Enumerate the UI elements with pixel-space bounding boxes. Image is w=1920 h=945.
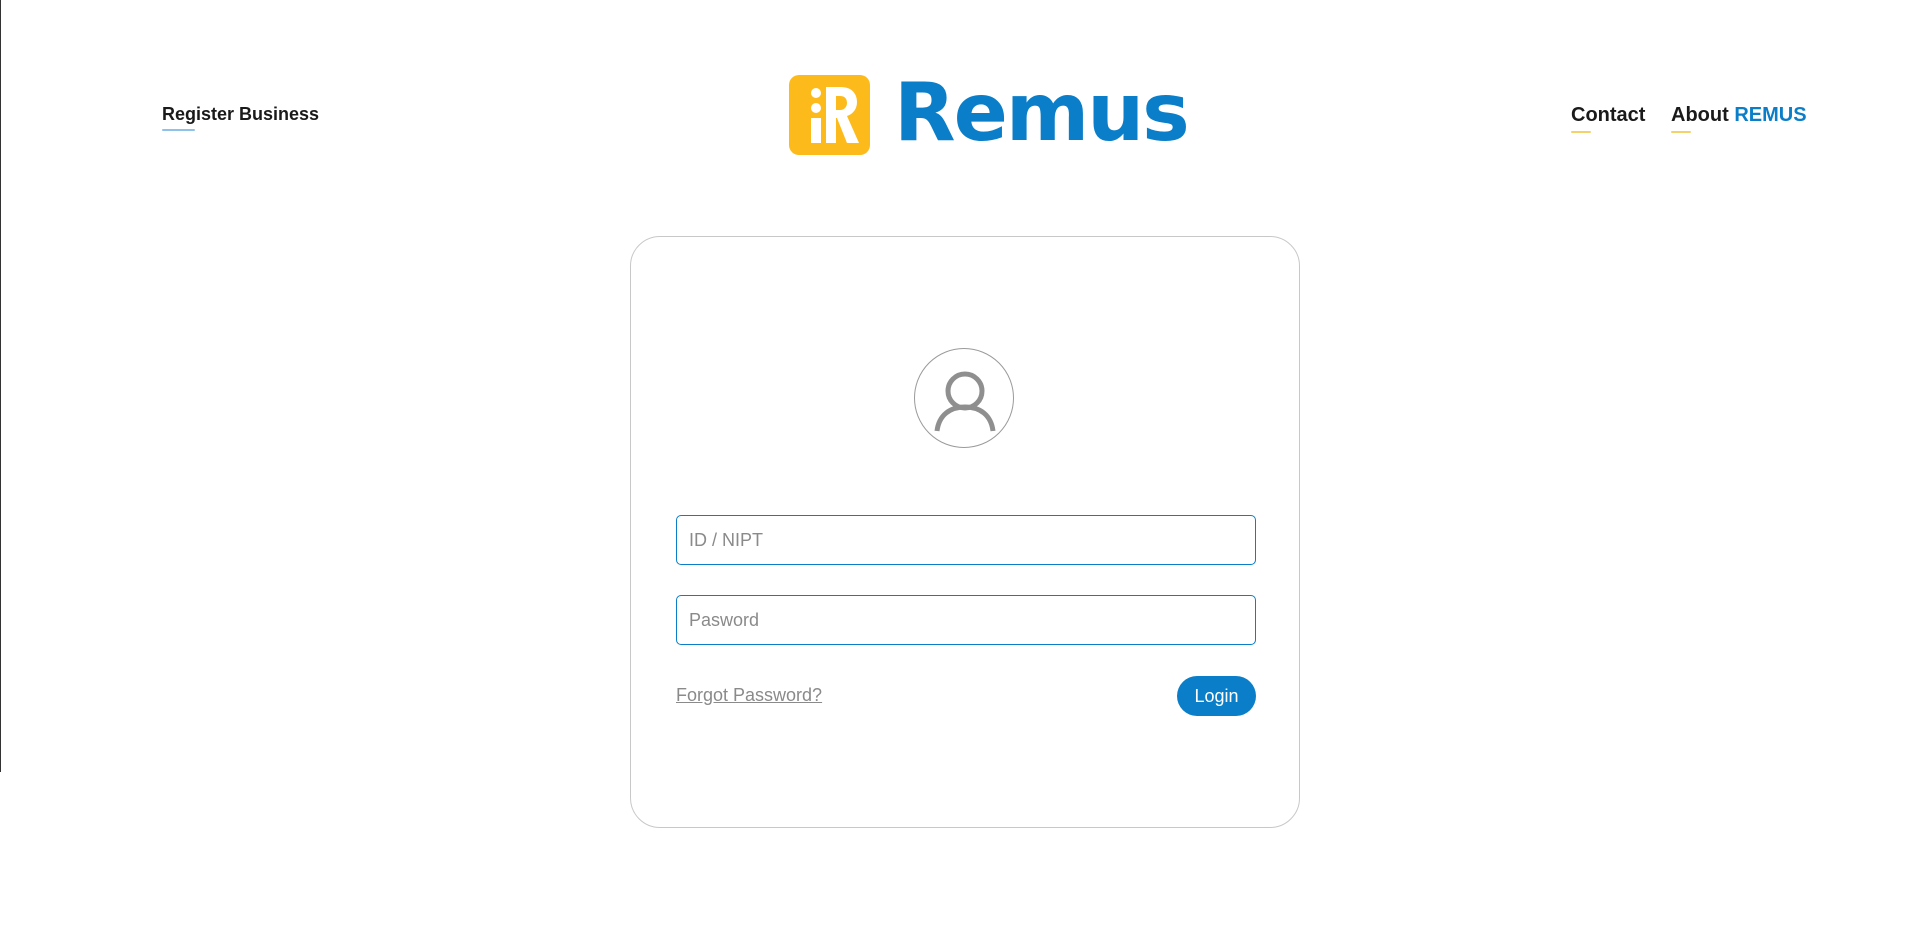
about-accent-label: REMUS (1734, 104, 1807, 126)
contact-link[interactable]: Contact (1571, 104, 1646, 133)
id-nipt-input[interactable] (676, 515, 1256, 565)
login-card: Forgot Password? Login (630, 236, 1300, 828)
register-underline (162, 129, 195, 131)
about-remus-link[interactable]: About REMUS (1671, 104, 1807, 133)
register-business-label: Register Business (162, 104, 320, 124)
login-button[interactable]: Login (1177, 676, 1256, 716)
register-business-link[interactable]: Register Business (162, 104, 320, 131)
password-input[interactable] (676, 595, 1256, 645)
brand-wordmark: Remus (894, 66, 1190, 159)
left-border-line (0, 0, 1, 772)
forgot-password-link[interactable]: Forgot Password? (676, 685, 822, 706)
about-underline (1671, 131, 1691, 133)
contact-underline (1571, 131, 1591, 133)
login-page: Register Business Remus Contact About RE… (0, 0, 1920, 945)
user-icon (914, 348, 1014, 448)
brand-logo[interactable]: Remus (789, 66, 1190, 159)
contact-label: Contact (1571, 104, 1646, 126)
remus-r-logo-icon (789, 75, 870, 155)
about-prefix-label: About (1671, 104, 1729, 126)
